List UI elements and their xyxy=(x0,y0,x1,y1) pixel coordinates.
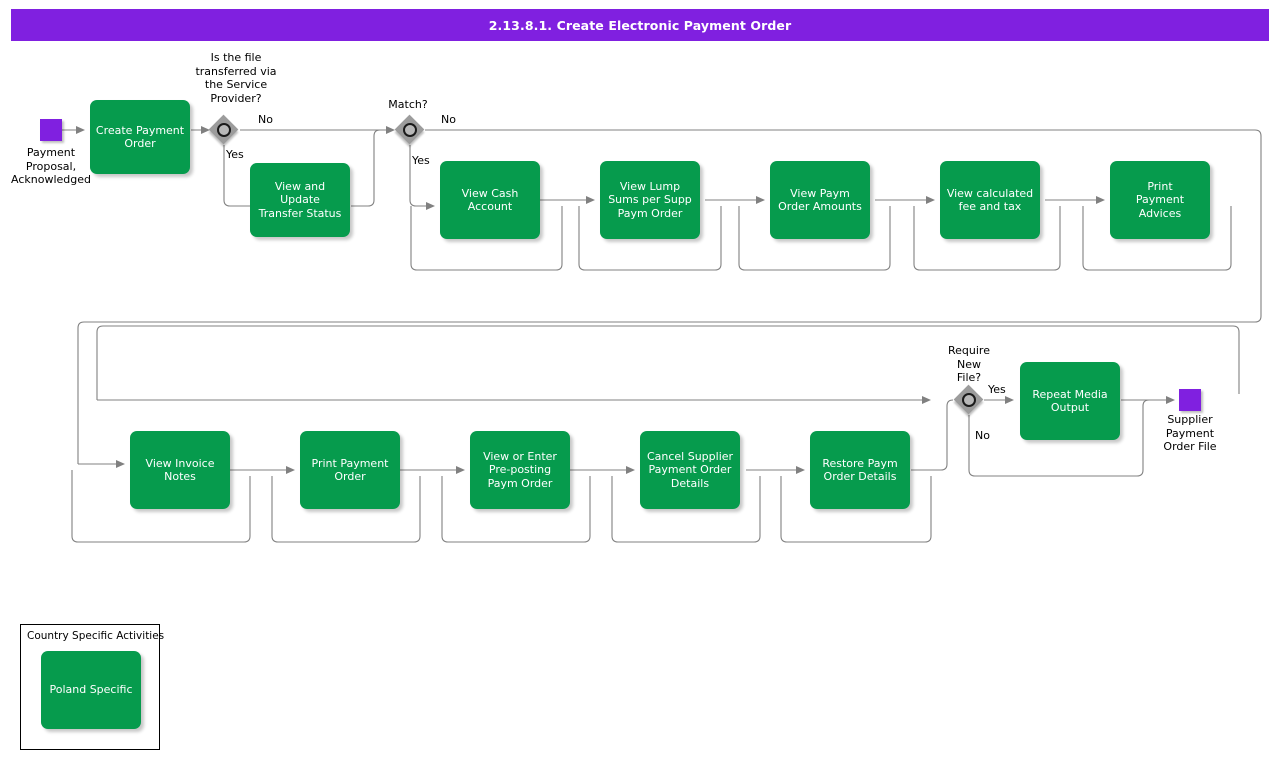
task-label: View Lump Sums per Supp Paym Order xyxy=(608,179,692,220)
edge-label-gw2-yes: Yes xyxy=(412,154,430,167)
task-view-and-update-transfer-status[interactable]: View and Update Transfer Status xyxy=(250,163,350,237)
task-label: View Paym Order Amounts xyxy=(778,186,862,214)
task-view-paym-order-amounts[interactable]: View Paym Order Amounts xyxy=(770,161,870,239)
gateway-service-provider-label: Is the file transferred via the Service … xyxy=(195,51,277,105)
task-repeat-media-output[interactable]: Repeat Media Output xyxy=(1020,362,1120,440)
task-view-or-enter-pre-posting-paym-order[interactable]: View or Enter Pre-posting Paym Order xyxy=(470,431,570,509)
group-title: Country Specific Activities xyxy=(27,630,165,642)
gateway-require-new-file[interactable] xyxy=(953,384,984,415)
gateway-match-label: Match? xyxy=(388,98,428,111)
edge-label-gw2-no: No xyxy=(441,113,456,126)
task-label: Poland Specific xyxy=(49,683,133,697)
edge-t02-rejoin xyxy=(351,129,394,207)
page-title-bar: 2.13.8.1. Create Electronic Payment Orde… xyxy=(11,9,1269,41)
gateway-event-ring-icon xyxy=(962,393,976,407)
task-label: Print Payment Order xyxy=(311,456,389,484)
end-event-label: Supplier Payment Order File xyxy=(1163,413,1217,453)
end-event[interactable] xyxy=(1179,389,1201,411)
task-label: Cancel Supplier Payment Order Details xyxy=(646,449,734,490)
task-view-cash-account[interactable]: View Cash Account xyxy=(440,161,540,239)
start-event[interactable] xyxy=(40,119,62,141)
task-print-payment-advices[interactable]: Print Payment Advices xyxy=(1110,161,1210,239)
task-create-payment-order[interactable]: Create Payment Order xyxy=(90,100,190,174)
gateway-event-ring-icon xyxy=(403,123,417,137)
task-print-payment-order[interactable]: Print Payment Order xyxy=(300,431,400,509)
task-label: View or Enter Pre-posting Paym Order xyxy=(483,449,557,490)
diagram-canvas: 2.13.8.1. Create Electronic Payment Orde… xyxy=(0,0,1280,760)
gateway-require-new-file-label: Require New File? xyxy=(948,344,990,384)
gateway-event-ring-icon xyxy=(217,123,231,137)
task-view-lump-sums-per-supp-paym-order[interactable]: View Lump Sums per Supp Paym Order xyxy=(600,161,700,239)
task-restore-paym-order-details[interactable]: Restore Paym Order Details xyxy=(810,431,910,509)
gateway-match[interactable] xyxy=(394,114,425,145)
page-title: 2.13.8.1. Create Electronic Payment Orde… xyxy=(488,17,792,33)
task-label: Repeat Media Output xyxy=(1032,387,1108,415)
edge-label-gw3-yes: Yes xyxy=(988,383,1006,396)
edge-label-gw1-no: No xyxy=(258,113,273,126)
gateway-service-provider[interactable] xyxy=(208,114,239,145)
task-view-calculated-fee-and-tax[interactable]: View calculated fee and tax xyxy=(940,161,1040,239)
country-specific-activities-group: Country Specific Activities Poland Speci… xyxy=(20,624,164,750)
edge-label-gw3-no: No xyxy=(975,429,990,442)
edge-t07-rail-up xyxy=(1210,126,1255,206)
task-label: Print Payment Advices xyxy=(1135,179,1185,220)
edge-label-gw1-yes: Yes xyxy=(226,148,244,161)
task-label: View calculated fee and tax xyxy=(946,186,1034,214)
task-view-invoice-notes[interactable]: View Invoice Notes xyxy=(130,431,230,509)
task-poland-specific[interactable]: Poland Specific xyxy=(41,651,141,729)
task-cancel-supplier-payment-order-details[interactable]: Cancel Supplier Payment Order Details xyxy=(640,431,740,509)
edge-t12-to-gw3 xyxy=(911,399,954,471)
task-label: View Cash Account xyxy=(461,186,519,214)
task-label: View Invoice Notes xyxy=(145,456,215,484)
task-label: Create Payment Order xyxy=(95,123,185,151)
task-label: Restore Paym Order Details xyxy=(822,456,898,484)
task-label: View and Update Transfer Status xyxy=(258,179,342,220)
start-event-label: Payment Proposal, Acknowledged xyxy=(11,146,91,186)
